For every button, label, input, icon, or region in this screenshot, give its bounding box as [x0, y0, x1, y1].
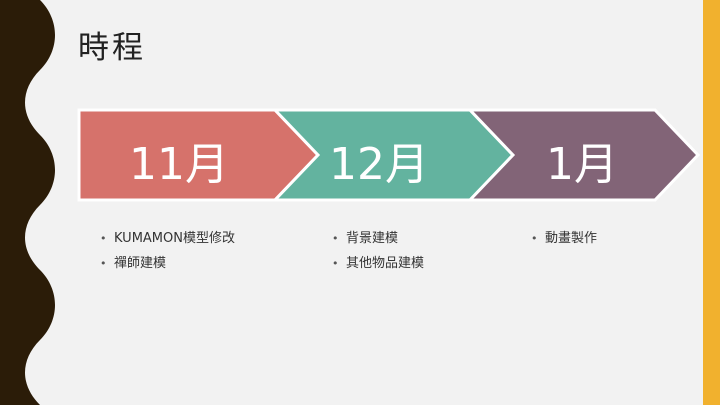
list-item: 動畫製作: [531, 226, 597, 251]
stage-3-bullet-list: 動畫製作: [531, 226, 597, 251]
list-item: KUMAMON模型修改: [100, 226, 235, 251]
stage-2-label: 12月: [329, 139, 429, 190]
left-wavy-border: [0, 0, 55, 405]
stage-1-bullet-list: KUMAMON模型修改 禪師建模: [100, 226, 235, 276]
page-title: 時程: [78, 30, 146, 66]
stage-2-bullet-list: 背景建模 其他物品建模: [332, 226, 424, 276]
list-item: 背景建模: [332, 226, 424, 251]
list-item: 其他物品建模: [332, 251, 424, 276]
right-accent-bar: [703, 0, 720, 405]
stage-1-label: 11月: [129, 139, 229, 190]
slide: 時程 11月 12月 1月 KUMAMON模型修改 禪師建模 背景建模 其他物品…: [0, 0, 720, 405]
stage-3-label: 1月: [546, 139, 618, 190]
list-item: 禪師建模: [100, 251, 235, 276]
